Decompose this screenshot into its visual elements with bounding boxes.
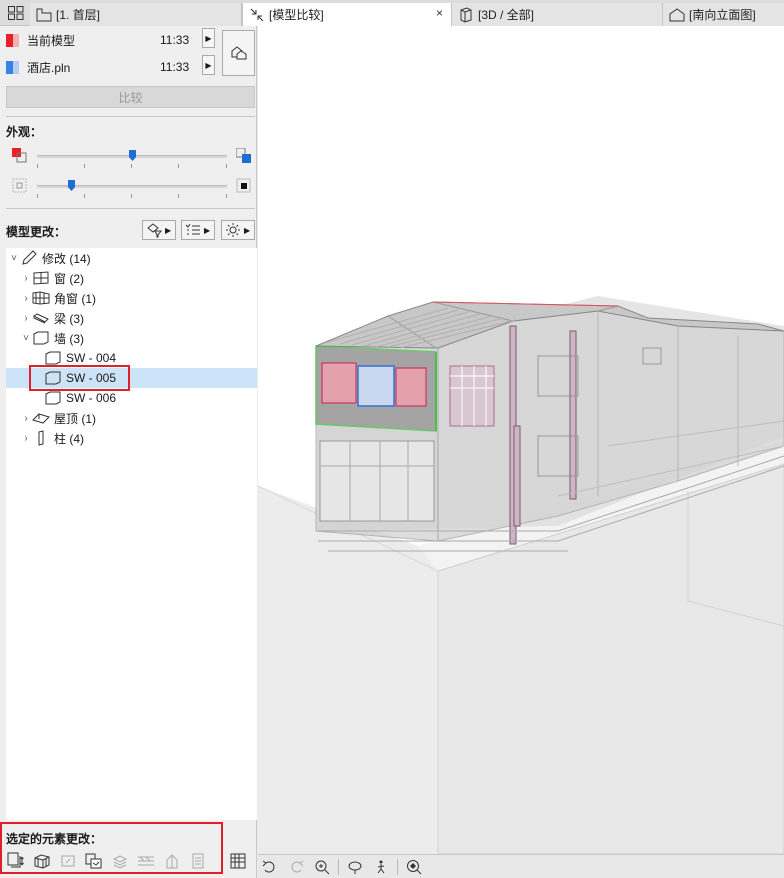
model-changes-label: 模型更改： <box>6 225 67 239</box>
tree-item-sw-006[interactable]: SW - 006 <box>6 388 257 408</box>
chevron-right-icon[interactable]: › <box>20 273 32 284</box>
chevron-right-icon[interactable]: › <box>20 433 32 444</box>
selection-highlight <box>29 365 130 391</box>
selected-changes-highlight <box>0 822 223 874</box>
wall-icon <box>32 330 50 346</box>
grid-icon[interactable] <box>8 6 24 20</box>
tab-label: [南向立面图] <box>689 8 756 22</box>
tab-label: [1. 首层] <box>56 8 101 22</box>
tree-item-corner-window[interactable]: › 角窗 (1) <box>6 288 257 308</box>
tab-elevation[interactable]: [南向立面图] <box>663 3 784 26</box>
changes-tree: ˅ 修改 (14) › 窗 (2) › 角窗 (1) › 梁 (3) ˅ 墙 (… <box>6 248 257 820</box>
appearance-label: 外观： <box>6 125 43 139</box>
tree-item-label: 窗 (2) <box>54 271 85 286</box>
chevron-right-icon[interactable]: › <box>20 293 32 304</box>
swap-models-icon <box>231 46 246 60</box>
compare-arrows-icon <box>249 7 265 23</box>
beam-icon <box>32 310 50 326</box>
slider-thumb[interactable] <box>129 150 136 161</box>
corner-window-icon <box>32 290 50 306</box>
building-calculator-icon[interactable] <box>228 851 248 871</box>
blue-overlay-icon <box>235 147 252 164</box>
model-name: 当前模型 <box>27 33 76 48</box>
filter-button[interactable]: ▶ <box>142 220 176 240</box>
3d-building-render <box>258 296 784 854</box>
elevation-house-icon <box>669 7 685 23</box>
tree-item-modified[interactable]: ˅ 修改 (14) <box>6 248 257 268</box>
transparent-square-icon <box>12 178 28 194</box>
reference-model-menu-button[interactable]: ▶ <box>202 55 215 75</box>
filter-icon <box>147 223 162 238</box>
redo-view-icon[interactable] <box>286 857 306 877</box>
tree-item-label: 梁 (3) <box>54 311 85 326</box>
tree-item-label: 角窗 (1) <box>54 291 97 306</box>
model-name: 酒店.pln <box>27 60 71 75</box>
current-model-menu-button[interactable]: ▶ <box>202 28 215 48</box>
tab-floor-plan[interactable]: [1. 首层] <box>30 3 242 26</box>
slider-thumb[interactable] <box>68 180 75 191</box>
chevron-down-icon[interactable]: ˅ <box>8 253 20 264</box>
tree-item-label: 柱 (4) <box>54 431 85 446</box>
reference-model-row: 酒店.pln 11:33 <box>6 56 216 78</box>
tab-label: [模型比较] <box>269 8 324 22</box>
pencil-icon <box>20 250 38 266</box>
explore-icon[interactable] <box>404 857 424 877</box>
window-icon <box>32 270 50 286</box>
tab-model-compare[interactable]: [模型比较] × <box>242 3 452 26</box>
checklist-icon <box>185 223 200 235</box>
solid-square-icon <box>236 178 252 194</box>
zoom-in-icon[interactable] <box>312 857 332 877</box>
current-model-row: 当前模型 11:33 <box>6 29 216 51</box>
orbit-icon[interactable] <box>345 857 365 877</box>
model-time: 11:33 <box>160 60 190 74</box>
settings-button[interactable]: ▶ <box>221 220 255 240</box>
3d-cube-icon <box>458 6 474 23</box>
chevron-down-icon[interactable]: ˅ <box>20 333 32 344</box>
model-time: 11:33 <box>160 33 190 47</box>
roof-icon <box>32 410 50 426</box>
red-overlay-icon <box>12 148 28 164</box>
chevron-right-icon[interactable]: › <box>20 313 32 324</box>
tree-item-roof[interactable]: › 屋顶 (1) <box>6 408 257 428</box>
3d-viewport[interactable] <box>258 26 784 854</box>
tree-item-label: 屋顶 (1) <box>54 411 97 426</box>
undo-view-icon[interactable] <box>260 857 280 877</box>
close-icon[interactable]: × <box>436 6 443 20</box>
walk-icon[interactable] <box>371 857 391 877</box>
wall-icon <box>44 350 62 366</box>
tab-label: [3D / 全部] <box>478 8 535 22</box>
wall-icon <box>44 390 62 406</box>
tree-item-beam[interactable]: › 梁 (3) <box>6 308 257 328</box>
compare-button[interactable]: 比较 <box>6 86 255 108</box>
column-icon <box>32 430 50 446</box>
floor-plan-icon <box>36 7 52 23</box>
tree-item-label: SW - 006 <box>66 391 117 405</box>
tree-item-column[interactable]: › 柱 (4) <box>6 428 257 448</box>
transparency-slider[interactable] <box>37 180 227 200</box>
tab-3d[interactable]: [3D / 全部] <box>452 3 663 26</box>
swap-models-button[interactable] <box>222 30 255 76</box>
compare-panel: 当前模型 11:33 ▶ 酒店.pln 11:33 ▶ 比较 外观： 模型更改：… <box>0 26 257 878</box>
gear-icon <box>226 223 240 237</box>
tree-item-label: 墙 (3) <box>54 331 85 346</box>
tree-item-label: SW - 004 <box>66 351 117 365</box>
tree-item-label: 修改 (14) <box>42 251 91 266</box>
tree-item-window[interactable]: › 窗 (2) <box>6 268 257 288</box>
current-model-swatch <box>6 33 19 47</box>
reference-model-swatch <box>6 60 19 74</box>
divider <box>6 116 255 117</box>
divider <box>6 208 255 209</box>
navigation-toolbar <box>258 854 784 878</box>
tab-bar: [1. 首层] [模型比较] × [3D / 全部] [南向立面图] <box>0 0 784 26</box>
list-options-button[interactable]: ▶ <box>181 220 215 240</box>
chevron-right-icon[interactable]: › <box>20 413 32 424</box>
overlay-slider[interactable] <box>37 150 227 170</box>
tree-item-wall[interactable]: ˅ 墙 (3) <box>6 328 257 348</box>
